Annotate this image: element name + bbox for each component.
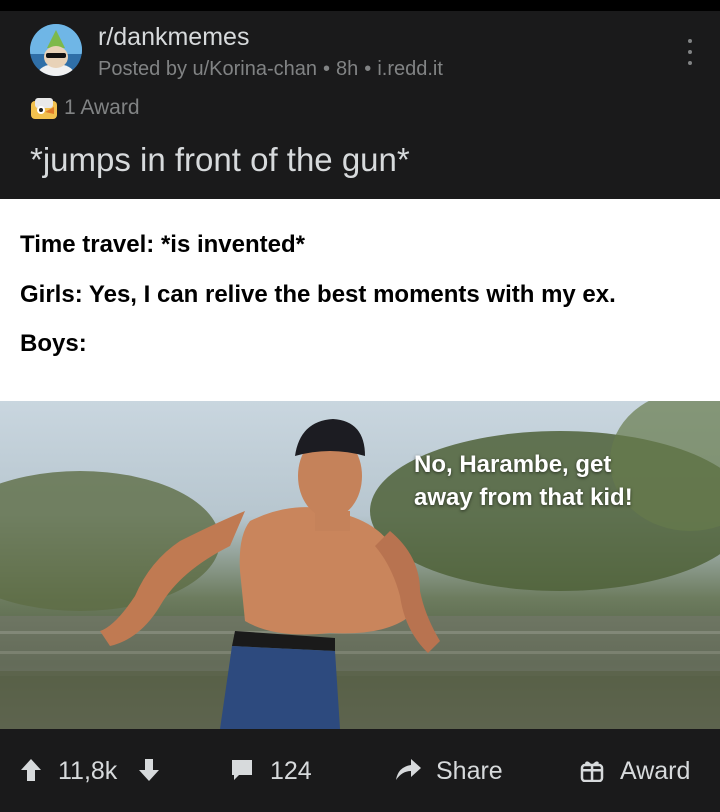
separator-dot: • [364, 58, 372, 80]
award-gift-icon [580, 761, 604, 782]
meme-caption: No, Harambe, get away from that kid! [414, 448, 633, 514]
separator-dot: • [323, 58, 331, 80]
more-options-icon[interactable] [680, 35, 700, 69]
meme-line-girls: Girls: Yes, I can relive the best moment… [20, 281, 616, 308]
post-meta: Posted by u/Korina-chan • 8h • i.redd.it [98, 58, 443, 81]
avatar-sunglasses [46, 53, 66, 58]
subreddit-avatar[interactable] [30, 24, 82, 76]
post-title[interactable]: *jumps in front of the gun* [30, 141, 410, 179]
award-label: Award [620, 757, 691, 785]
award-button[interactable]: Award [580, 755, 700, 787]
meme-line-time-travel: Time travel: *is invented* [20, 231, 305, 258]
comment-icon [232, 760, 252, 780]
caption-line-2: away from that kid! [414, 484, 633, 511]
vote-control: 11,8k [20, 755, 170, 787]
upvote-icon[interactable] [20, 758, 42, 782]
comments-button[interactable]: 124 [230, 755, 330, 787]
award-badge-icon [31, 98, 57, 119]
posted-by[interactable]: Posted by u/Korina-chan [98, 58, 317, 80]
share-label: Share [436, 757, 503, 785]
downvote-icon[interactable] [138, 758, 160, 782]
meme-text-panel: Time travel: *is invented* Girls: Yes, I… [0, 199, 720, 401]
post-domain[interactable]: i.redd.it [377, 58, 443, 80]
awards-count: 1 Award [64, 96, 140, 119]
action-bar: 11,8k 124 Share Award [0, 729, 720, 812]
caption-line-1: No, Harambe, get [414, 451, 612, 478]
share-icon [396, 759, 421, 780]
subreddit-name[interactable]: r/dankmemes [98, 23, 249, 52]
comments-count: 124 [270, 757, 312, 785]
share-button[interactable]: Share [394, 755, 514, 787]
meme-line-boys: Boys: [20, 330, 87, 357]
post-card: r/dankmemes Posted by u/Korina-chan • 8h • i… [0, 11, 720, 812]
page: r/dankmemes Posted by u/Korina-chan • 8h • i… [0, 0, 720, 812]
vote-score: 11,8k [58, 757, 118, 785]
post-age: 8h [336, 58, 359, 80]
post-header: r/dankmemes Posted by u/Korina-chan • 8h • i… [0, 11, 720, 199]
